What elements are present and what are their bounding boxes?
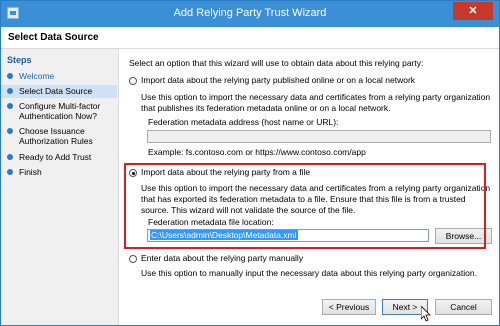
metadata-address-label: Federation metadata address (host name o…	[148, 117, 339, 127]
steps-title: Steps	[7, 55, 32, 65]
option-online-label: Import data about the relying party publ…	[141, 75, 416, 85]
step-welcome[interactable]: Welcome	[7, 71, 115, 83]
step-select-data-source: Select Data Source	[1, 85, 117, 98]
page-title: Select Data Source	[8, 32, 99, 43]
step-label: Select Data Source	[19, 86, 93, 96]
step-bullet-icon	[7, 73, 13, 79]
page-header: Select Data Source	[1, 27, 499, 49]
step-configure-mfa: Configure Multi-factor Authentication No…	[7, 101, 115, 123]
step-bullet-icon	[7, 154, 13, 160]
step-label: Finish	[19, 167, 42, 177]
step-label: Configure Multi-factor Authentication No…	[19, 101, 101, 121]
title-bar[interactable]: Add Relying Party Trust Wizard ✕	[1, 1, 499, 27]
close-icon[interactable]: ✕	[453, 2, 493, 20]
file-option-highlight	[124, 163, 486, 249]
example-text: Example: fs.contoso.com or https://www.c…	[148, 147, 366, 157]
previous-button[interactable]: < Previous	[322, 299, 376, 315]
window-title: Add Relying Party Trust Wizard	[173, 7, 327, 19]
option-manual-label: Enter data about the relying party manua…	[141, 253, 304, 263]
step-bullet-icon	[7, 88, 13, 94]
metadata-address-input[interactable]	[147, 130, 491, 143]
step-issuance-rules: Choose Issuance Authorization Rules	[7, 126, 115, 148]
step-bullet-icon	[7, 103, 13, 109]
step-ready-to-add: Ready to Add Trust	[7, 152, 115, 164]
radio-import-online[interactable]	[129, 77, 137, 85]
step-bullet-icon	[7, 169, 13, 175]
cancel-button[interactable]: Cancel	[435, 299, 492, 315]
wizard-window: Add Relying Party Trust Wizard ✕ Select …	[0, 0, 500, 326]
step-label: Ready to Add Trust	[19, 152, 92, 162]
step-bullet-icon	[7, 128, 13, 134]
steps-panel: Steps Welcome Select Data Source Configu…	[1, 49, 119, 325]
step-label: Welcome	[19, 71, 55, 81]
option-online-description: Use this option to import the necessary …	[141, 92, 491, 113]
intro-text: Select an option that this wizard will u…	[129, 58, 424, 68]
mouse-cursor-icon	[421, 306, 431, 322]
step-label: Choose Issuance Authorization Rules	[19, 126, 93, 146]
option-manual-description: Use this option to manually input the ne…	[141, 268, 477, 278]
step-finish: Finish	[7, 167, 115, 179]
radio-manual-entry[interactable]	[129, 255, 137, 263]
